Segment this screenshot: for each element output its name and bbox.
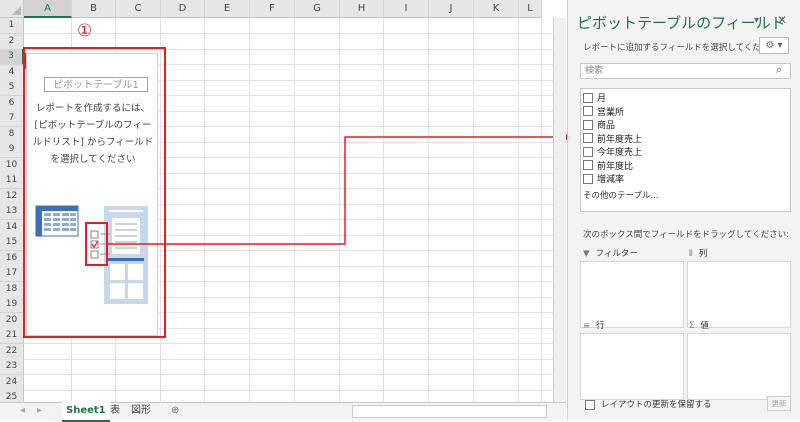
gear-icon[interactable]: ⚙ ▾ [759,37,789,54]
field-checkbox[interactable] [583,119,593,130]
field-item[interactable]: 今年度売上 [583,146,642,160]
add-sheet-button[interactable]: ⊕ [167,402,183,420]
field-checkbox[interactable] [583,92,593,103]
horizontal-scrollbar[interactable] [352,405,547,418]
values-area[interactable] [687,333,791,400]
field-checkbox[interactable] [583,133,593,143]
field-checkbox[interactable] [583,173,593,184]
field-item[interactable]: 前年度売上 [583,133,642,147]
close-icon[interactable]: ✕ [777,13,787,27]
tab-table[interactable]: 表 [106,402,124,420]
field-item[interactable]: 月 [583,92,606,106]
field-label: 商品 [597,121,616,131]
sigma-icon: Σ [689,321,695,331]
columns-area[interactable] [687,261,791,328]
tab-scroll-left[interactable]: ◂ [16,402,29,420]
search-icon[interactable]: ⌕ [776,63,782,77]
field-checkbox[interactable] [583,146,593,157]
columns-icon: ⦀ [689,249,693,259]
vertical-scrollbar[interactable] [553,18,566,402]
field-label: 増減率 [597,175,625,185]
chevron-down-icon[interactable]: ▾ [754,15,759,26]
field-label: 今年度売上 [597,148,643,158]
drag-instruction: 次のボックス間でフィールドをドラッグしてください: [583,230,789,240]
field-label: 前年度比 [597,161,634,172]
rows-area[interactable] [580,333,684,400]
filter-icon: ▼ [583,249,590,259]
area-columns-header: ⦀ 列 [689,249,708,259]
area-filter-header: ▼ フィルター [583,249,638,259]
tab-scroll-right[interactable]: ▸ [33,402,46,420]
field-item[interactable]: 前年度比 [583,160,633,174]
sheet-tab-bar: ◂ ▸ Sheet1 表 図形 ⊕ [0,402,566,422]
filter-area[interactable] [580,261,684,328]
field-checkbox[interactable] [583,106,593,116]
tab-sheet1[interactable]: Sheet1 [62,402,110,422]
field-item[interactable]: 増減率 [583,173,624,187]
defer-layout-update[interactable]: レイアウトの更新を保留する [585,398,712,410]
area-rows-header: ≡ 行 [583,321,605,331]
field-label: 前年度売上 [597,134,643,145]
more-tables-link[interactable]: その他のテーブル... [583,189,659,201]
field-checkbox[interactable] [583,160,593,170]
update-button[interactable]: 更新 [767,396,791,411]
tab-shapes[interactable]: 図形 [127,402,155,420]
field-label: 月 [597,94,607,104]
field-label: 営業所 [597,107,625,118]
field-item[interactable]: 営業所 [583,106,624,120]
area-values-header: Σ値 [689,321,709,331]
search-input[interactable]: 検索 [580,63,791,79]
rows-icon: ≡ [583,321,591,331]
field-item[interactable]: 商品 [583,119,615,133]
defer-checkbox[interactable] [585,399,595,410]
panel-subtitle: レポートに追加するフィールドを選択してください: [583,43,781,53]
